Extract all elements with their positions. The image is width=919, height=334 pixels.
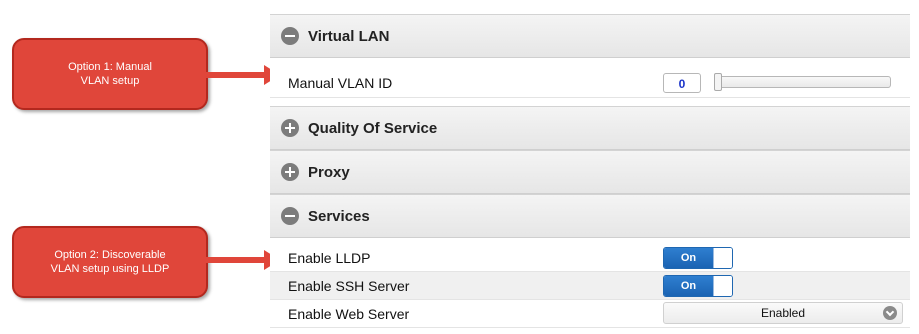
- section-proxy-title: Proxy: [308, 163, 350, 181]
- manual-vlan-id-input[interactable]: 0: [663, 73, 701, 93]
- enable-web-server-label: Enable Web Server: [288, 305, 410, 322]
- annotation-arrow-1: [206, 65, 280, 85]
- annotation-option-2-line2: VLAN setup using LLDP: [50, 263, 170, 275]
- annotation-option-1-line2: VLAN setup: [80, 75, 140, 87]
- enable-lldp-label: Enable LLDP: [288, 249, 371, 266]
- annotation-option-2-line1: Option 2: Discoverable: [54, 249, 166, 261]
- section-proxy-header[interactable]: Proxy: [270, 150, 910, 194]
- enable-web-server-value: Enabled: [760, 306, 806, 320]
- enable-ssh-toggle[interactable]: On: [663, 275, 733, 297]
- enable-ssh-label: Enable SSH Server: [288, 277, 410, 294]
- section-services-header[interactable]: Services: [270, 194, 910, 238]
- enable-lldp-toggle[interactable]: On: [663, 247, 733, 269]
- enable-ssh-toggle-state: On: [664, 276, 713, 296]
- annotation-option-1-line1: Option 1: Manual: [68, 61, 152, 73]
- annotation-option-1: Option 1: Manual VLAN setup: [12, 38, 208, 110]
- enable-lldp-toggle-state: On: [664, 248, 713, 268]
- toggle-knob: [713, 248, 732, 268]
- enable-lldp-row: Enable LLDP On: [270, 244, 910, 272]
- chevron-down-icon[interactable]: [883, 306, 897, 320]
- enable-ssh-row: Enable SSH Server On: [270, 272, 910, 300]
- section-services-title: Services: [308, 207, 370, 225]
- annotation-option-2: Option 2: Discoverable VLAN setup using …: [12, 226, 208, 298]
- enable-web-server-select[interactable]: Enabled: [663, 302, 903, 324]
- section-virtual-lan-header[interactable]: Virtual LAN: [270, 14, 910, 58]
- enable-web-server-row: Enable Web Server Enabled: [270, 300, 910, 328]
- section-qos-header[interactable]: Quality Of Service: [270, 106, 910, 150]
- collapse-icon[interactable]: [281, 27, 299, 45]
- toggle-knob: [713, 276, 732, 296]
- collapse-icon[interactable]: [281, 207, 299, 225]
- expand-icon[interactable]: [281, 119, 299, 137]
- section-virtual-lan-title: Virtual LAN: [308, 27, 390, 45]
- manual-vlan-id-label: Manual VLAN ID: [288, 74, 393, 91]
- section-qos-title: Quality Of Service: [308, 119, 438, 137]
- vlan-id-slider[interactable]: [714, 73, 891, 91]
- expand-icon[interactable]: [281, 163, 299, 181]
- settings-panel: Virtual LAN Manual VLAN ID 0 Quality Of …: [270, 14, 910, 334]
- vlan-id-slider-thumb[interactable]: [714, 73, 722, 91]
- manual-vlan-id-row: Manual VLAN ID 0: [270, 68, 910, 98]
- annotation-arrow-2: [206, 250, 280, 270]
